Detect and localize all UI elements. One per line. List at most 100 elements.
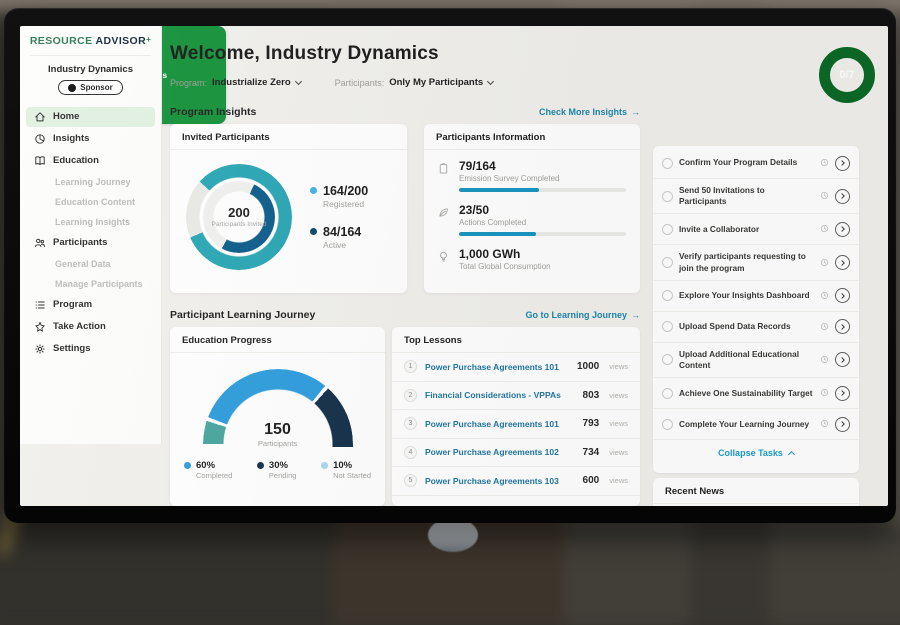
lesson-views: 803	[583, 390, 600, 401]
card-title: Top Lessons	[392, 327, 640, 353]
sidebar-item-manage-participants[interactable]: Manage Participants	[26, 275, 155, 293]
collapse-tasks-link[interactable]: Collapse Tasks	[653, 440, 859, 462]
legend-dot	[321, 462, 328, 469]
sidebar-item-learning-journey[interactable]: Learning Journey	[26, 173, 155, 191]
lesson-title-link[interactable]: Financial Considerations - VPPAs	[425, 390, 575, 400]
collapse-label: Collapse Tasks	[718, 448, 783, 458]
legend-label: Pending	[269, 471, 297, 480]
donut-center-caption: Participants Invited	[211, 221, 267, 229]
lesson-title-link[interactable]: Power Purchase Agreements 101	[425, 362, 569, 372]
task-checkbox[interactable]	[662, 321, 673, 332]
gauge-center-caption: Participants	[170, 439, 385, 448]
go-to-learning-journey-link[interactable]: Go to Learning Journey →	[525, 310, 640, 320]
task-label: Verify participants requesting to join t…	[679, 251, 814, 273]
info-value: 1,000 GWh	[459, 247, 626, 261]
task-checkbox[interactable]	[662, 224, 673, 235]
link-label: Go to Learning Journey	[525, 310, 627, 320]
lesson-views: 734	[583, 447, 600, 458]
sidebar-item-insights[interactable]: Insights	[26, 129, 155, 149]
todo-progress-value: 0/7	[839, 69, 854, 81]
participants-select[interactable]: Participants: Only My Participants	[335, 77, 494, 88]
task-checkbox[interactable]	[662, 419, 673, 430]
card-title: Participants Information	[424, 124, 640, 150]
progress-fill	[459, 188, 539, 192]
progress-track	[459, 188, 626, 192]
legend-label: Registered	[323, 199, 368, 209]
legend-dot	[184, 462, 191, 469]
lesson-views: 793	[583, 418, 600, 429]
legend-item-active: 84/164 Active	[310, 225, 368, 250]
sidebar-item-label: Education	[53, 155, 99, 166]
todo-progress-ring: 0/7	[819, 47, 875, 103]
sidebar: RESOURCE ADVISOR+ Industry Dynamics Spon…	[20, 26, 162, 444]
task-label: Achieve One Sustainability Target	[679, 388, 814, 399]
sponsor-badge-label: Sponsor	[80, 83, 112, 92]
list-icon	[34, 299, 46, 311]
lesson-row[interactable]: 1 Power Purchase Agreements 101 1000 vie…	[392, 353, 640, 382]
task-open-button[interactable]	[835, 156, 850, 171]
lesson-title-link[interactable]: Power Purchase Agreements 101	[425, 419, 575, 429]
info-label: Total Global Consumption	[459, 262, 626, 271]
lesson-views-suffix: views	[609, 419, 628, 428]
task-open-button[interactable]	[835, 417, 850, 432]
task-checkbox[interactable]	[662, 257, 673, 268]
lesson-row[interactable]: 5 Power Purchase Agreements 103 600 view…	[392, 467, 640, 496]
sidebar-item-label: Learning Insights	[55, 217, 130, 227]
arrow-right-icon: →	[631, 310, 640, 320]
info-label: Actions Completed	[459, 218, 626, 227]
education-legend: 60% Completed 30% Pending 10% Not Starte…	[170, 448, 385, 480]
sidebar-item-settings[interactable]: Settings	[26, 339, 155, 359]
sidebar-item-participants[interactable]: Participants	[26, 233, 155, 253]
sidebar-item-take-action[interactable]: Take Action	[26, 317, 155, 337]
task-open-button[interactable]	[835, 386, 850, 401]
task-label: Confirm Your Program Details	[679, 157, 814, 168]
clock-icon	[820, 415, 829, 433]
check-more-insights-link[interactable]: Check More Insights →	[539, 107, 640, 117]
task-open-button[interactable]	[835, 352, 850, 367]
chevron-down-icon	[295, 77, 302, 84]
invited-donut-chart: 200 Participants Invited	[186, 164, 292, 270]
legend-item-not-started: 10% Not Started	[321, 460, 371, 480]
lesson-row[interactable]: 4 Power Purchase Agreements 102 734 view…	[392, 439, 640, 468]
task-open-button[interactable]	[835, 255, 850, 270]
clock-icon	[820, 351, 829, 369]
task-open-button[interactable]	[835, 189, 850, 204]
sidebar-item-label: Take Action	[53, 321, 106, 332]
task-row: Send 50 Invitations to Participants	[653, 179, 859, 214]
sidebar-item-program[interactable]: Program	[26, 295, 155, 315]
task-checkbox[interactable]	[662, 290, 673, 301]
task-checkbox[interactable]	[662, 354, 673, 365]
task-open-button[interactable]	[835, 319, 850, 334]
task-label: Upload Additional Educational Content	[679, 349, 814, 371]
home-icon	[34, 111, 46, 123]
program-select[interactable]: Program: Industrialize Zero	[170, 77, 301, 88]
task-row: Complete Your Learning Journey	[653, 409, 859, 440]
sidebar-item-home[interactable]: Home	[26, 107, 155, 127]
bulb-icon	[436, 250, 450, 271]
task-checkbox[interactable]	[662, 158, 673, 169]
lesson-views-suffix: views	[609, 448, 628, 457]
invited-body: 200 Participants Invited 164/200 Registe…	[170, 150, 407, 280]
task-checkbox[interactable]	[662, 191, 673, 202]
legend-value: 30%	[269, 460, 297, 471]
lesson-title-link[interactable]: Power Purchase Agreements 102	[425, 447, 575, 457]
lesson-row[interactable]: 3 Power Purchase Agreements 101 793 view…	[392, 410, 640, 439]
task-checkbox[interactable]	[662, 388, 673, 399]
sidebar-item-general-data[interactable]: General Data	[26, 255, 155, 273]
sidebar-item-education-content[interactable]: Education Content	[26, 193, 155, 211]
lesson-title-link[interactable]: Power Purchase Agreements 103	[425, 476, 575, 486]
dashboard-screen: RESOURCE ADVISOR+ Industry Dynamics Spon…	[20, 26, 888, 506]
lesson-views-suffix: views	[609, 391, 628, 400]
task-open-button[interactable]	[835, 288, 850, 303]
task-open-button[interactable]	[835, 222, 850, 237]
legend-dot	[257, 462, 264, 469]
legend-item-pending: 30% Pending	[257, 460, 297, 480]
section-title: Participant Learning Journey	[170, 309, 315, 321]
legend-label: Active	[323, 240, 361, 250]
sidebar-item-learning-insights[interactable]: Learning Insights	[26, 213, 155, 231]
sidebar-item-education[interactable]: Education	[26, 151, 155, 171]
legend-value: 84/164	[323, 225, 361, 239]
sponsor-badge[interactable]: Sponsor	[58, 80, 122, 95]
lesson-row[interactable]: 2 Financial Considerations - VPPAs 803 v…	[392, 382, 640, 411]
task-label: Invite a Collaborator	[679, 224, 814, 235]
